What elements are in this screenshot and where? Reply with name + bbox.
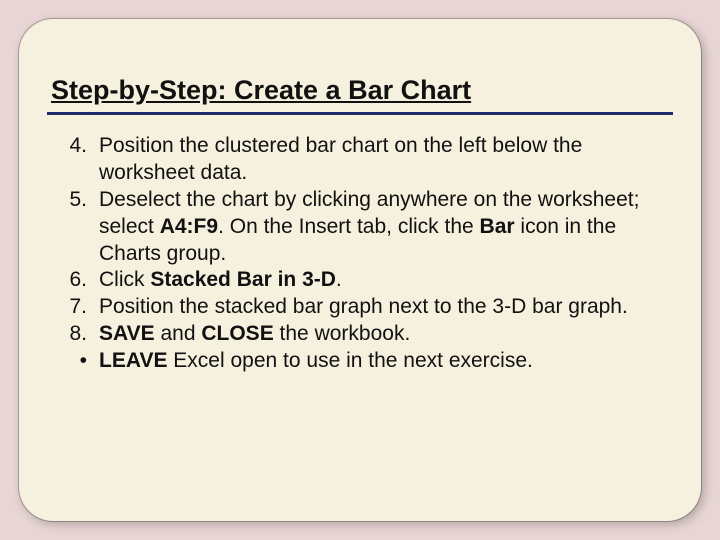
step-item: •LEAVE Excel open to use in the next exe… (91, 348, 667, 375)
step-marker: 5. (51, 187, 87, 214)
step-item: 6.Click Stacked Bar in 3-D. (91, 267, 667, 294)
step-text: Deselect the chart by clicking anywhere … (99, 188, 639, 265)
step-text: LEAVE Excel open to use in the next exer… (99, 349, 533, 372)
step-text: Position the clustered bar chart on the … (99, 134, 582, 184)
step-item: 4.Position the clustered bar chart on th… (91, 133, 667, 187)
steps-list: 4. Position the clustered bar chart on th… (47, 133, 673, 375)
step-item: 7.Position the stacked bar graph next to… (91, 294, 667, 321)
step-item: 8.SAVE and CLOSE the workbook. (91, 321, 667, 348)
slide-panel: Step-by-Step: Create a Bar Chart 4. Posit… (19, 19, 701, 521)
step-marker: 6. (51, 267, 87, 294)
title-divider (47, 112, 673, 115)
step-marker: 8. (51, 321, 87, 348)
step-marker: 7. (51, 294, 87, 321)
slide-title: Step-by-Step: Create a Bar Chart (47, 75, 673, 106)
step-text: SAVE and CLOSE the workbook. (99, 322, 410, 345)
step-item: 5.Deselect the chart by clicking anywher… (91, 187, 667, 268)
step-text: Click Stacked Bar in 3-D. (99, 268, 342, 291)
step-text: Position the stacked bar graph next to t… (99, 295, 628, 318)
step-marker: 4. (51, 133, 87, 160)
step-marker: • (51, 348, 87, 375)
slide-background: Step-by-Step: Create a Bar Chart 4. Posit… (0, 0, 720, 540)
